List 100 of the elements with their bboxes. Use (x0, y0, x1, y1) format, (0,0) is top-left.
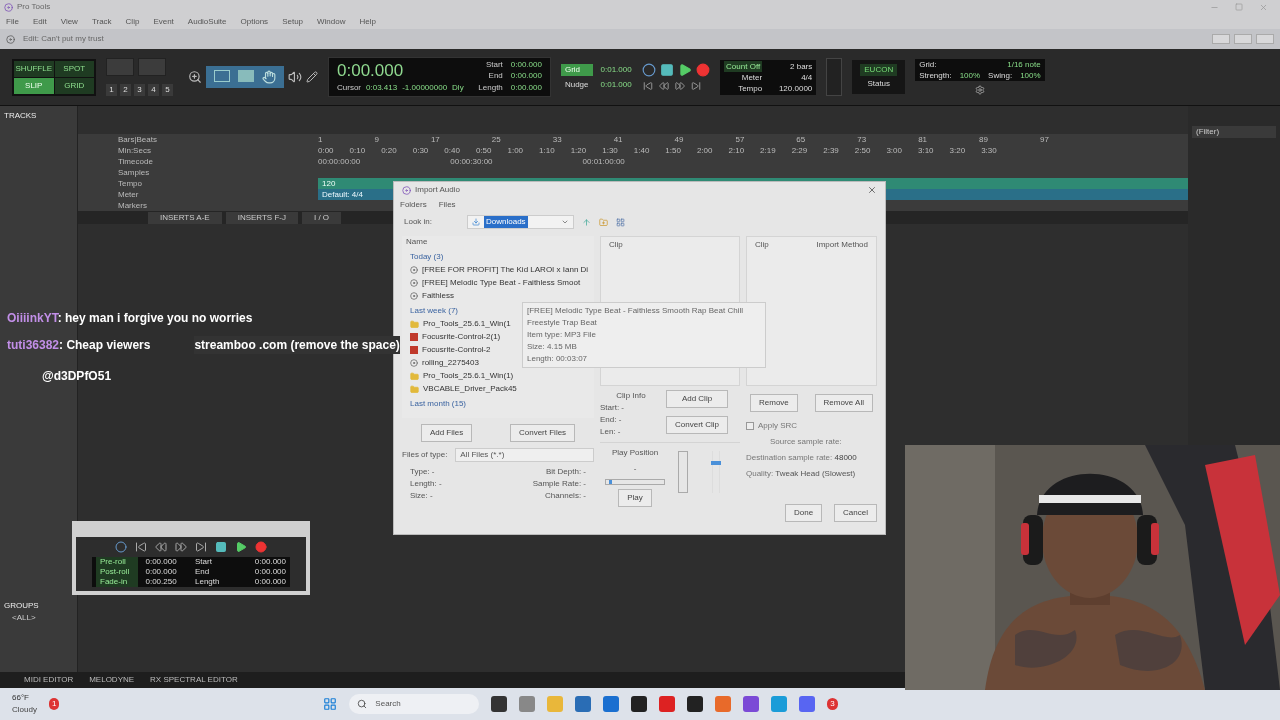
transport-label: Length (195, 577, 221, 587)
menu-item[interactable]: Files (438, 199, 456, 211)
convert-clip-button[interactable]: Convert Clip (666, 416, 728, 434)
download-entry[interactable]: Pro_Tools_25.6.1_Win(1 (402, 318, 519, 330)
menu-item[interactable]: Help (359, 15, 376, 28)
taskbar-app-icon[interactable] (631, 696, 648, 712)
taskbar-search-field[interactable]: Search (349, 694, 480, 714)
grabber-tool-icon[interactable] (262, 70, 276, 84)
return-to-zero-icon[interactable] (642, 81, 655, 91)
stop-icon[interactable] (215, 541, 227, 553)
trim-tool-icon[interactable] (214, 70, 230, 82)
document-title: Edit: Can't put my trust (23, 33, 104, 45)
group-item[interactable]: <ALL> (0, 612, 77, 672)
convert-files-button[interactable]: Convert Files (510, 424, 576, 442)
up-folder-icon[interactable] (582, 217, 591, 227)
download-entry[interactable]: rolling_2275403 (402, 357, 487, 369)
ruler-tick: 2:39 (823, 145, 839, 156)
go-to-end-icon[interactable] (690, 81, 703, 91)
fast-forward-icon[interactable] (674, 81, 687, 91)
look-in-dropdown[interactable]: Downloads (467, 215, 574, 229)
return-to-zero-icon[interactable] (135, 541, 147, 553)
clip-info-title: Clip Info (615, 390, 647, 402)
record-icon[interactable] (696, 63, 711, 77)
cancel-button[interactable]: Cancel (834, 504, 877, 522)
online-icon[interactable] (115, 541, 127, 553)
zoom-preset-button[interactable]: 4 (148, 84, 159, 96)
close-icon[interactable] (867, 185, 877, 195)
menu-item[interactable]: View (60, 15, 78, 28)
menu-item[interactable]: Edit (32, 15, 47, 28)
play-icon[interactable] (678, 63, 693, 77)
start-icon[interactable] (323, 697, 338, 711)
menu-item[interactable]: Folders (400, 199, 427, 211)
filter-field[interactable]: (Filter) (1192, 126, 1276, 138)
ruler-tick: 1:10 (539, 145, 555, 156)
menu-item[interactable]: Setup (282, 15, 304, 28)
download-entry[interactable]: Focusrite-Control-2 (402, 344, 499, 356)
insert-tab[interactable]: INSERTS A-E (148, 211, 222, 224)
menu-item[interactable]: Options (240, 15, 269, 28)
download-entry[interactable]: Focusrite-Control-2(1) (402, 331, 509, 343)
menu-item[interactable]: Track (91, 15, 112, 28)
remove-all-button[interactable]: Remove All (814, 394, 873, 412)
taskbar-app-icon[interactable] (491, 696, 508, 712)
download-entry[interactable]: [FREE] Melodic Type Beat - Faithless Smoot (402, 277, 589, 289)
ruler-tick: 00:00:00:00 (318, 156, 361, 167)
ruler-name: Tempo (118, 178, 142, 189)
edit-mode-button[interactable]: GRID (54, 77, 94, 94)
download-entry[interactable]: Faithless (402, 290, 462, 302)
zoom-preset-button[interactable]: 5 (162, 84, 173, 96)
menu-item[interactable]: AudioSuite (187, 15, 227, 28)
fast-forward-icon[interactable] (175, 541, 187, 553)
online-icon[interactable] (642, 63, 657, 77)
play-button[interactable]: Play (618, 489, 652, 507)
download-entry[interactable]: VBCABLE_Driver_Pack45 (402, 383, 525, 395)
zoom-icon[interactable] (188, 70, 202, 84)
edit-mode-button[interactable]: SLIP (14, 77, 54, 94)
menu-item[interactable]: Window (317, 15, 346, 28)
pencil-tool-icon[interactable] (306, 71, 318, 83)
meter-marker: Default: 4/4 (321, 190, 364, 199)
zoom-preset-button[interactable]: 1 (106, 84, 117, 96)
menu-item[interactable]: File (6, 15, 19, 28)
folder-icon (410, 384, 419, 394)
settings-icon[interactable] (974, 85, 985, 95)
insert-tab[interactable]: I / O (301, 211, 342, 224)
download-entry[interactable]: Pro_Tools_25.6.1_Win(1) (402, 370, 522, 382)
stop-icon[interactable] (660, 63, 675, 77)
zoom-preset-button[interactable]: 2 (120, 84, 131, 96)
apply-src-label: Apply SRC (758, 420, 798, 432)
editor-tab[interactable]: MIDI EDITOR (24, 674, 74, 686)
done-button[interactable]: Done (784, 504, 823, 522)
rewind-icon[interactable] (155, 541, 167, 553)
add-files-button[interactable]: Add Files (420, 424, 473, 442)
grid-toggle[interactable]: Grid (560, 63, 593, 76)
app-logo-icon (4, 2, 13, 12)
insert-tab[interactable]: INSERTS F-J (225, 211, 298, 224)
volume-slider[interactable] (712, 451, 720, 493)
zoom-preset-button[interactable]: 3 (134, 84, 145, 96)
edit-mode-button[interactable]: SPOT (54, 60, 94, 77)
menu-item[interactable]: Event (153, 15, 174, 28)
go-to-end-icon[interactable] (195, 541, 207, 553)
editor-tab[interactable]: MELODYNE (89, 674, 135, 686)
column-header: Import Method (816, 239, 868, 251)
files-of-type-dropdown[interactable]: All Files (*.*) (455, 448, 594, 462)
record-icon[interactable] (255, 541, 267, 553)
add-clip-button[interactable]: Add Clip (666, 390, 728, 408)
scrubber-tool-icon[interactable] (288, 70, 302, 84)
window-title: Pro Tools (17, 1, 51, 13)
count-off-toggle[interactable]: Count Off (724, 60, 763, 72)
view-menu-icon[interactable] (616, 217, 625, 227)
menu-item[interactable]: Clip (125, 15, 140, 28)
remove-button[interactable]: Remove (750, 394, 798, 412)
rewind-icon[interactable] (658, 81, 671, 91)
notification-badge: 3 (827, 698, 838, 710)
edit-mode-button[interactable]: SHUFFLE (14, 60, 54, 77)
play-position-slider[interactable] (605, 479, 665, 485)
editor-tab[interactable]: RX SPECTRAL EDITOR (150, 674, 238, 686)
download-entry[interactable]: [FREE FOR PROFIT] The Kid LAROI x Iann Di (402, 264, 594, 276)
apply-src-checkbox[interactable] (746, 422, 754, 430)
taskbar-app-icon[interactable] (687, 696, 704, 712)
ruler-tick: 3:10 (918, 145, 934, 156)
play-icon[interactable] (235, 541, 247, 553)
